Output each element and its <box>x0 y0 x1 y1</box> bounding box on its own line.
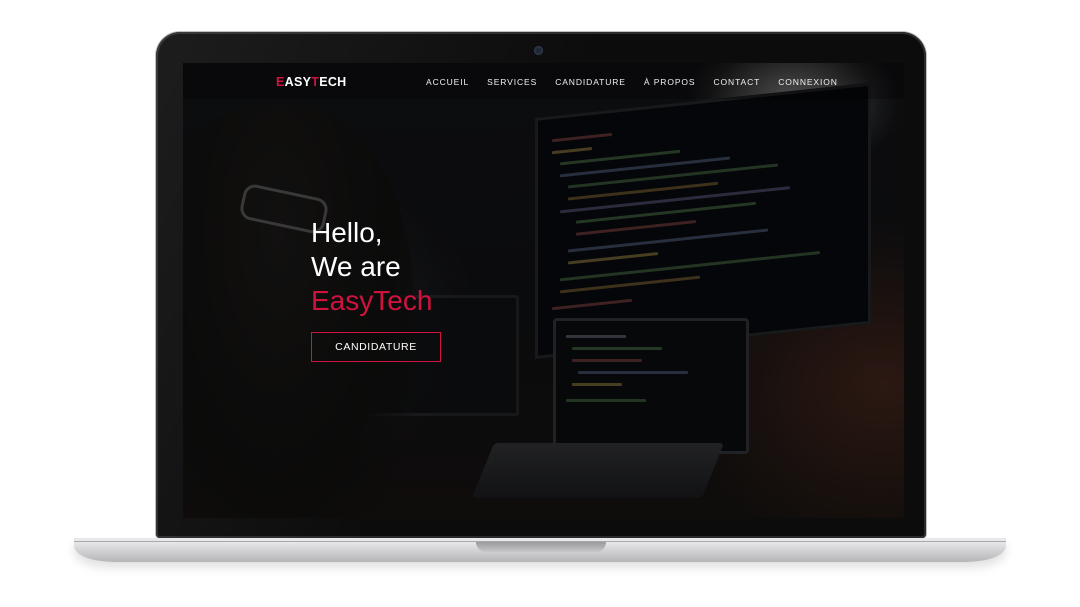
nav-link-connexion[interactable]: CONNEXION <box>778 77 838 87</box>
hero-brand-name: EasyTech <box>311 285 433 316</box>
logo-text-ech: ECH <box>319 75 347 89</box>
hero-line-hello: Hello, <box>311 217 383 248</box>
nav-link-a-propos[interactable]: À PROPOS <box>644 77 696 87</box>
hero-heading: Hello, We are EasyTech <box>311 216 432 318</box>
opening-notch <box>476 542 606 552</box>
logo-text-asy: ASY <box>284 75 312 89</box>
site-logo[interactable]: EASYTECH <box>276 75 346 89</box>
logo-letter-t: T <box>311 75 320 89</box>
top-navbar: EASYTECH ACCUEIL SERVICES CANDIDATURE À … <box>183 63 904 99</box>
nav-menu: ACCUEIL SERVICES CANDIDATURE À PROPOS CO… <box>426 77 856 87</box>
nav-link-candidature[interactable]: CANDIDATURE <box>555 77 626 87</box>
logo-letter-e: E <box>276 75 285 89</box>
nav-link-accueil[interactable]: ACCUEIL <box>426 77 469 87</box>
laptop-base <box>74 538 1006 562</box>
hero-line-we-are: We are <box>311 251 401 282</box>
candidature-button[interactable]: CANDIDATURE <box>311 332 441 362</box>
website-screen: EASYTECH ACCUEIL SERVICES CANDIDATURE À … <box>183 63 904 518</box>
webcam-icon <box>534 46 543 55</box>
nav-link-services[interactable]: SERVICES <box>487 77 537 87</box>
dark-overlay <box>183 63 904 518</box>
nav-link-contact[interactable]: CONTACT <box>713 77 760 87</box>
